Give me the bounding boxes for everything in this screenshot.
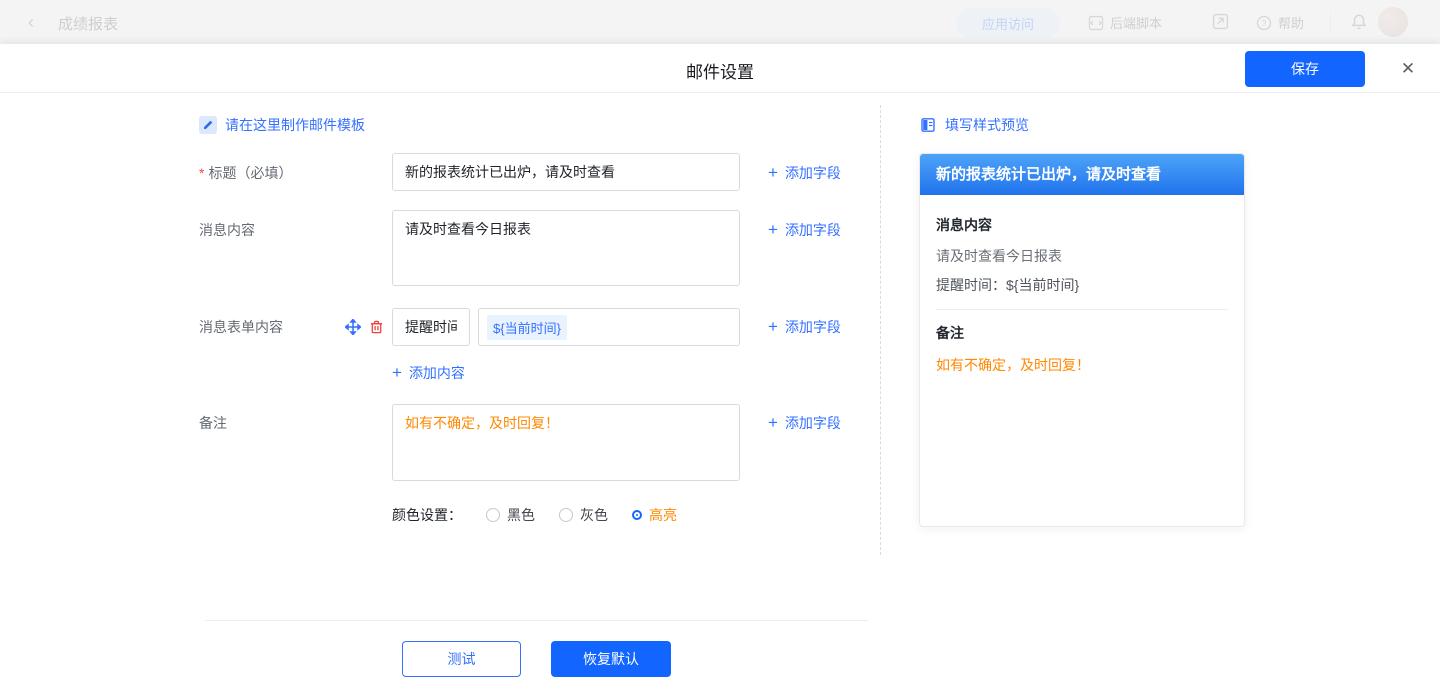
modal-body: 请在这里制作邮件模板 *标题（必填） + 添加字段 消息内容 请及时查看今日报表…	[0, 93, 1440, 700]
move-icon[interactable]	[345, 319, 361, 335]
preview-note-label: 备注	[936, 323, 1228, 343]
radio-highlight[interactable]: 高亮	[632, 505, 677, 525]
save-button[interactable]: 保存	[1245, 51, 1365, 87]
section-divider	[880, 105, 881, 555]
form-content-label: 消息表单内容	[199, 317, 283, 337]
title-label: *标题（必填）	[199, 163, 292, 183]
email-settings-modal: 邮件设置 保存 ✕ 请在这里制作邮件模板 *标题（必填） + 添加字段 消息内容…	[0, 44, 1440, 700]
preview-content-value: 请及时查看今日报表	[936, 246, 1228, 266]
add-field-button-form[interactable]: + 添加字段	[768, 317, 841, 337]
plus-icon: +	[768, 164, 778, 182]
form-section-title: 请在这里制作邮件模板	[225, 115, 365, 135]
field-name-input[interactable]	[392, 308, 470, 346]
preview-card: 新的报表统计已出炉，请及时查看 消息内容 请及时查看今日报表 提醒时间：${当前…	[919, 153, 1245, 527]
restore-default-button[interactable]: 恢复默认	[551, 641, 671, 677]
add-field-button-content[interactable]: + 添加字段	[768, 220, 841, 240]
plus-icon: +	[768, 414, 778, 432]
plus-icon: +	[768, 318, 778, 336]
preview-section-header: 填写样式预览	[919, 115, 1029, 135]
variable-tag[interactable]: ${当前时间}	[487, 315, 567, 340]
radio-gray[interactable]: 灰色	[559, 505, 608, 525]
note-label: 备注	[199, 413, 227, 433]
field-value-input[interactable]: ${当前时间}	[478, 308, 740, 346]
preview-note-value: 如有不确定，及时回复！	[936, 355, 1228, 375]
add-field-button-note[interactable]: + 添加字段	[768, 413, 841, 433]
content-textarea[interactable]: 请及时查看今日报表	[392, 210, 740, 286]
color-setting-row: 颜色设置： 黑色 灰色 高亮	[392, 505, 677, 525]
add-content-button[interactable]: + 添加内容	[392, 363, 465, 383]
radio-icon	[486, 508, 500, 522]
note-textarea[interactable]: 如有不确定，及时回复！	[392, 404, 740, 481]
document-icon	[919, 116, 937, 134]
form-section-header: 请在这里制作邮件模板	[199, 115, 365, 135]
plus-icon: +	[768, 221, 778, 239]
preview-card-body: 消息内容 请及时查看今日报表 提醒时间：${当前时间} 备注 如有不确定，及时回…	[920, 195, 1244, 391]
row-action-icons	[345, 319, 384, 335]
radio-icon	[559, 508, 573, 522]
close-icon[interactable]: ✕	[1396, 57, 1420, 81]
preview-divider	[936, 309, 1228, 310]
preview-time-line: 提醒时间：${当前时间}	[936, 275, 1228, 295]
topbar: ‹ 成绩报表 应用访问 后端脚本 ? 帮助	[0, 0, 1440, 44]
preview-card-title: 新的报表统计已出炉，请及时查看	[920, 154, 1244, 195]
modal-header: 邮件设置 保存 ✕	[0, 44, 1440, 93]
preview-content-label: 消息内容	[936, 215, 1228, 235]
color-setting-label: 颜色设置：	[392, 505, 462, 525]
pencil-icon	[199, 116, 217, 134]
trash-icon[interactable]	[369, 319, 384, 335]
radio-black[interactable]: 黑色	[486, 505, 535, 525]
bottom-divider	[205, 620, 868, 621]
test-button[interactable]: 测试	[402, 641, 521, 677]
add-field-button-title[interactable]: + 添加字段	[768, 163, 841, 183]
required-mark: *	[199, 165, 204, 181]
radio-icon	[634, 512, 640, 518]
preview-section-title: 填写样式预览	[945, 115, 1029, 135]
modal-title: 邮件设置	[0, 58, 1440, 83]
modal-overlay	[0, 0, 1440, 44]
title-input[interactable]	[392, 153, 740, 191]
plus-icon: +	[392, 364, 402, 382]
content-label: 消息内容	[199, 220, 255, 240]
